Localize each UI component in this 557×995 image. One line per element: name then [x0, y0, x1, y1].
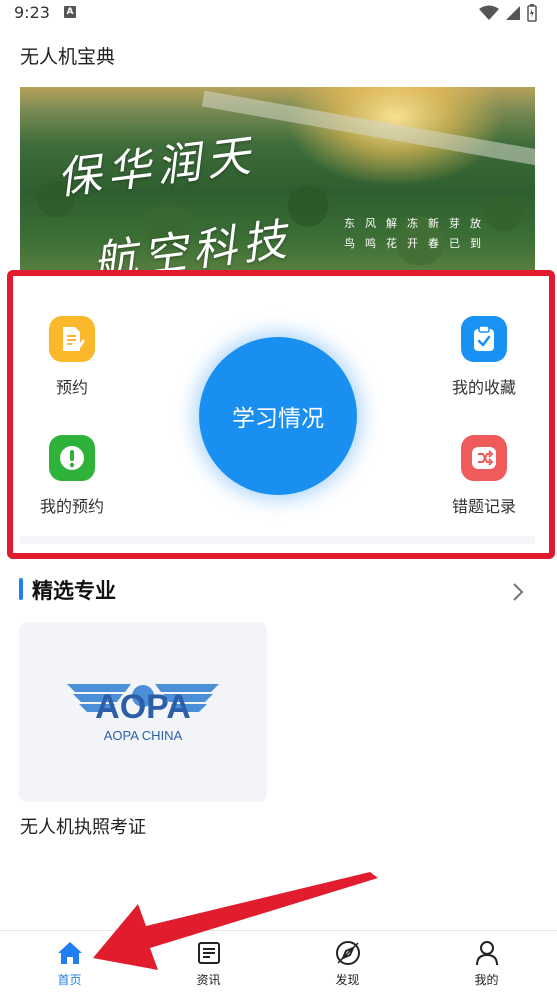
- study-status-button[interactable]: 学习情况: [199, 337, 357, 495]
- banner-subtitle-2: 鸟鸣花开春已到: [344, 237, 491, 250]
- booking-button[interactable]: 预约: [22, 316, 122, 398]
- tab-home[interactable]: 首页: [0, 931, 139, 995]
- document-icon: [49, 316, 95, 362]
- status-time: 9:23: [14, 3, 50, 22]
- tab-home-label: 首页: [57, 973, 82, 987]
- chevron-right-icon[interactable]: [512, 582, 524, 602]
- status-icons: [479, 4, 537, 22]
- section-accent-bar: [19, 578, 23, 600]
- tab-profile-label: 我的: [474, 973, 499, 987]
- my-bookings-button[interactable]: 我的预约: [22, 435, 122, 517]
- my-favorites-button[interactable]: 我的收藏: [434, 316, 534, 398]
- my-bookings-label: 我的预约: [39, 497, 104, 516]
- notification-icon: A: [64, 6, 76, 18]
- wrong-questions-button[interactable]: 错题记录: [434, 435, 534, 517]
- tab-news-label: 资讯: [196, 973, 221, 987]
- section-title: 精选专业: [32, 579, 116, 603]
- wifi-icon: [479, 5, 499, 20]
- tab-discover[interactable]: 发现: [278, 931, 417, 995]
- tab-profile[interactable]: 我的: [417, 931, 556, 995]
- tab-discover-label: 发现: [335, 973, 360, 987]
- shuffle-icon: [461, 435, 507, 481]
- discover-icon: [335, 941, 360, 965]
- alert-icon: [49, 435, 95, 481]
- bottom-tab-bar: 首页 资讯 发现 我的: [0, 930, 557, 995]
- signal-icon: [506, 6, 520, 20]
- profile-icon: [475, 941, 498, 966]
- page-title: 无人机宝典: [20, 46, 116, 68]
- course-card[interactable]: AOPA AOPA CHINA: [19, 622, 267, 802]
- booking-label: 预约: [55, 378, 88, 397]
- logo-subtext: AOPA CHINA: [104, 728, 183, 743]
- card-divider: [20, 536, 535, 544]
- tab-news[interactable]: 资讯: [139, 931, 278, 995]
- logo-text: AOPA: [95, 688, 191, 726]
- battery-icon: [527, 4, 537, 22]
- status-bar: 9:23 A: [0, 0, 557, 26]
- promo-banner[interactable]: 保华润天 航空科技 东风解冻新芽放 鸟鸣花开春已到: [20, 87, 535, 277]
- news-icon: [197, 942, 220, 964]
- study-status-label: 学习情况: [232, 406, 324, 432]
- wrong-questions-label: 错题记录: [451, 497, 516, 516]
- banner-subtitle-1: 东风解冻新芽放: [344, 217, 491, 230]
- course-name[interactable]: 无人机执照考证: [20, 813, 146, 839]
- clipboard-check-icon: [461, 316, 507, 362]
- my-favorites-label: 我的收藏: [451, 378, 516, 397]
- aopa-logo: AOPA AOPA CHINA: [67, 684, 219, 743]
- home-icon: [57, 942, 82, 964]
